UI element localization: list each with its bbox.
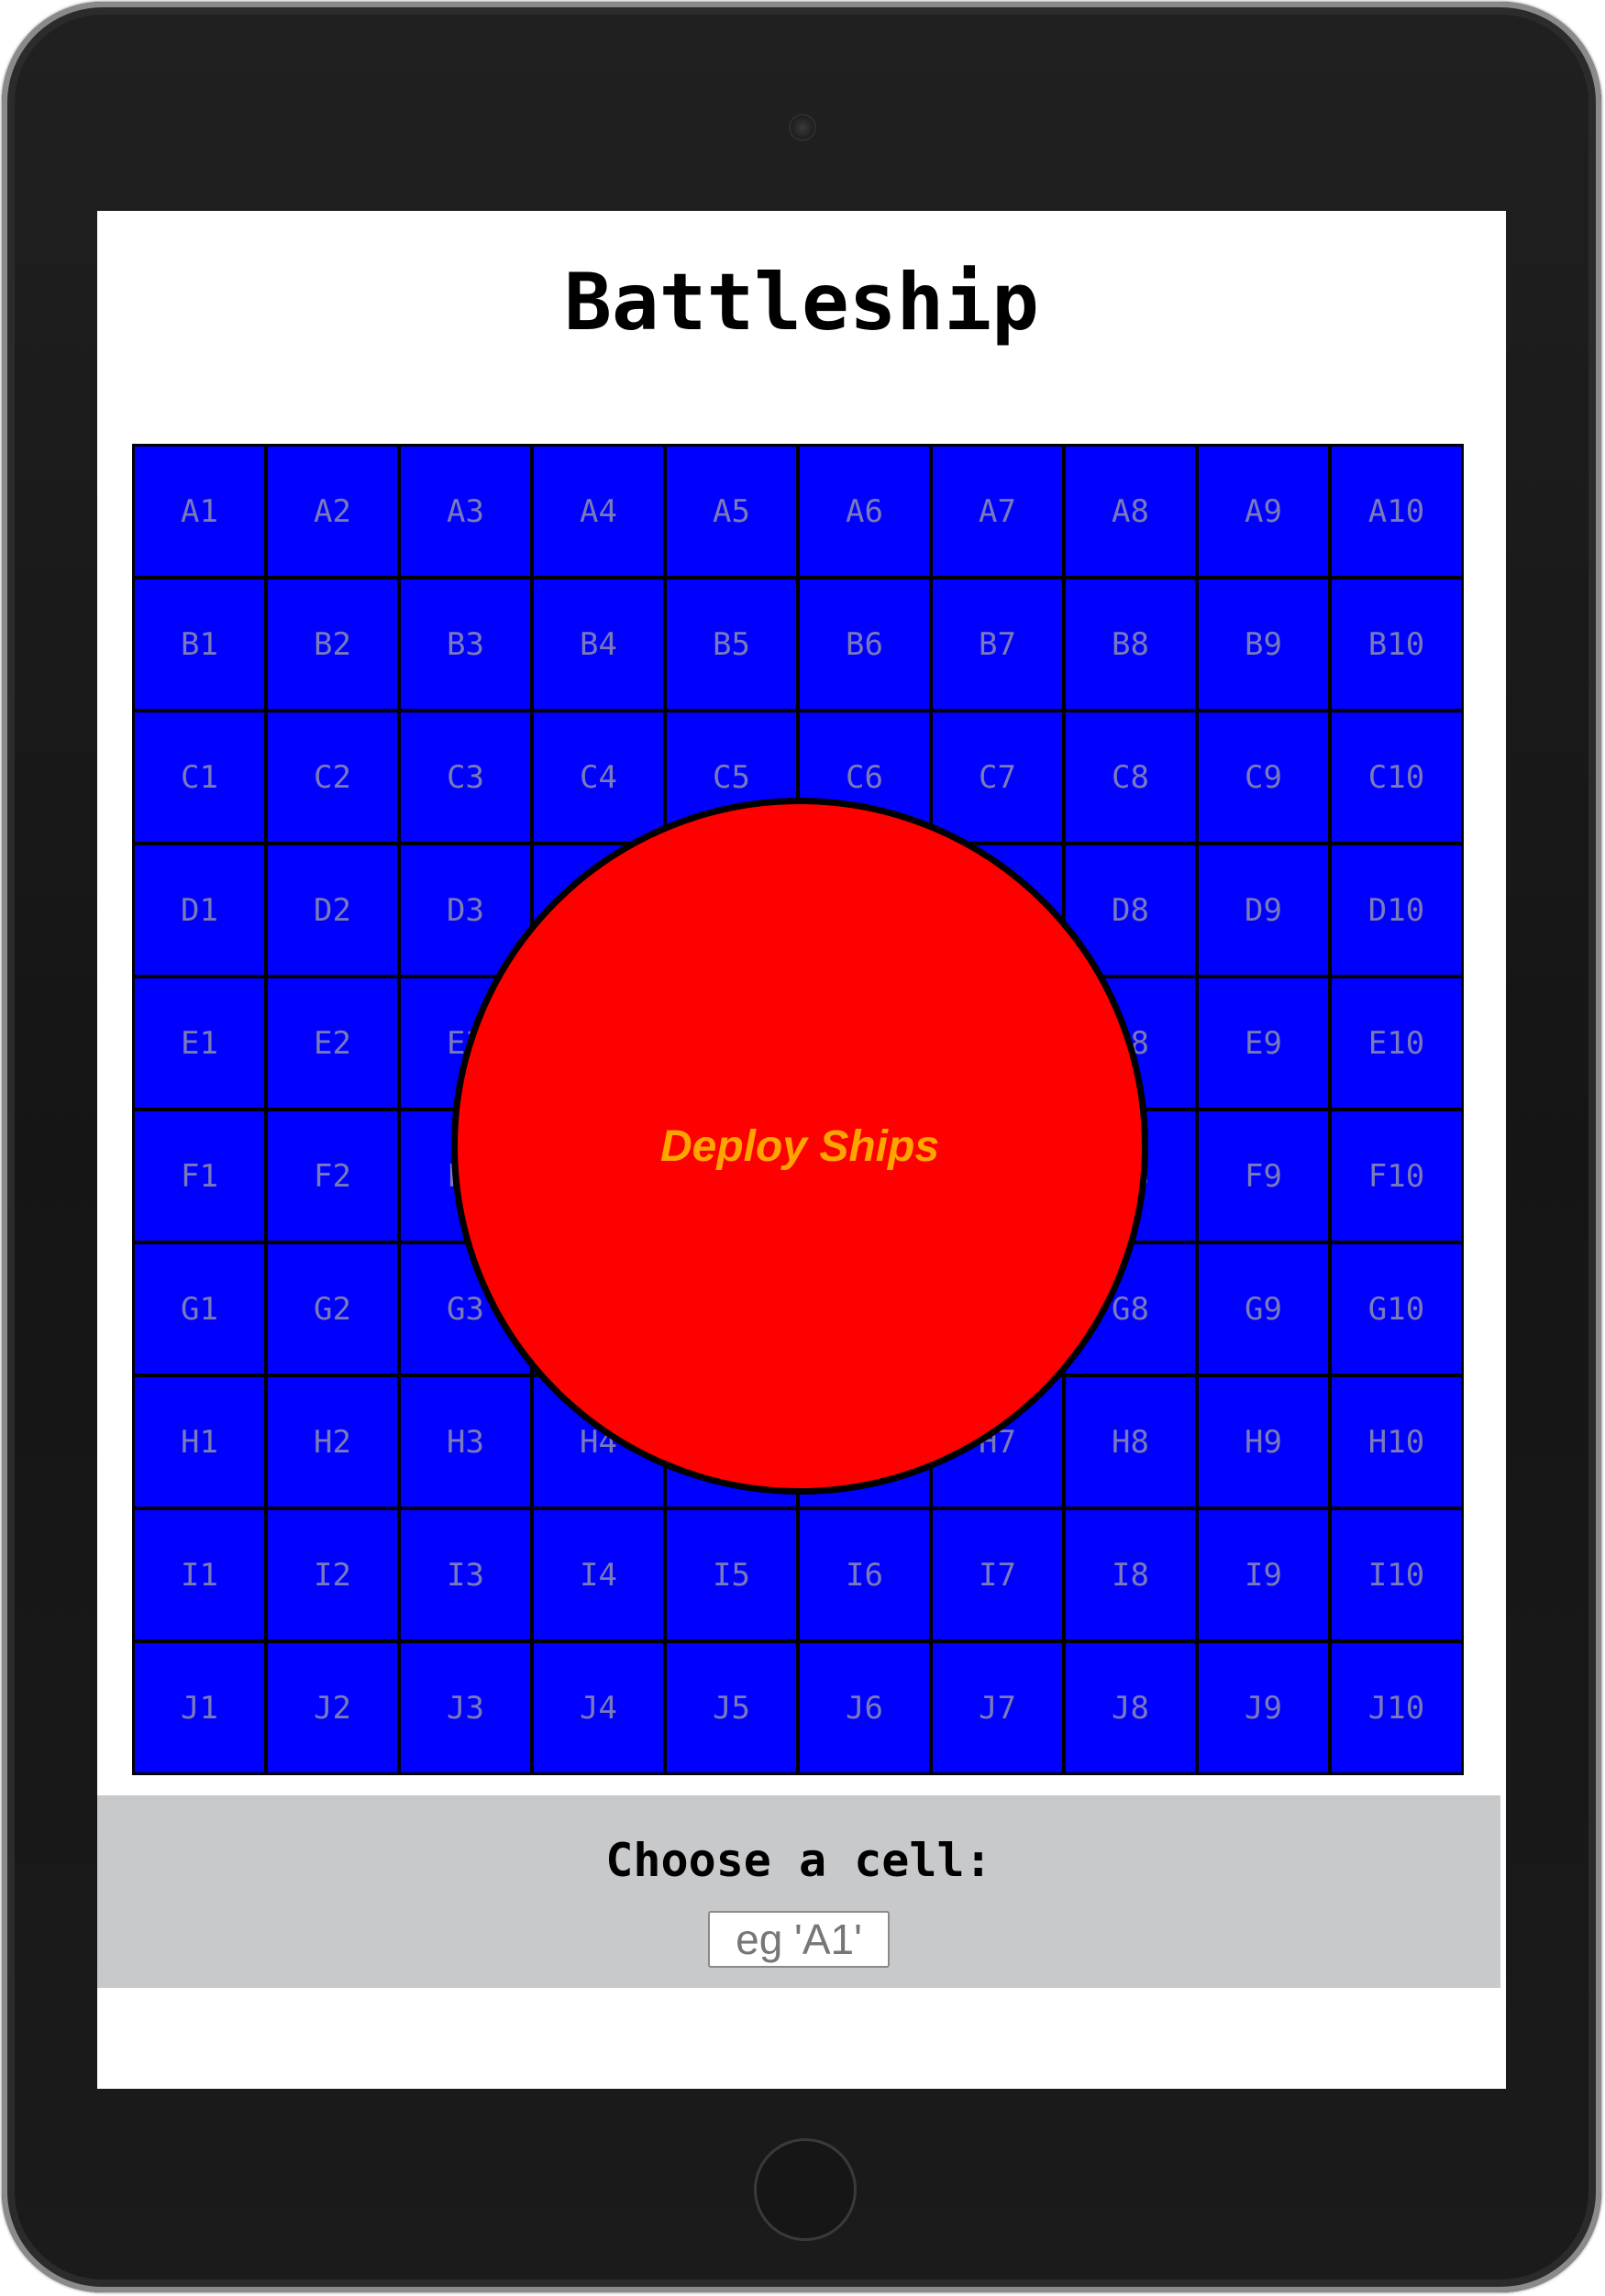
board-cell-G10[interactable]: G10 bbox=[1332, 1244, 1461, 1374]
board-cell-G9[interactable]: G9 bbox=[1199, 1244, 1328, 1374]
board-cell-J8[interactable]: J8 bbox=[1066, 1643, 1195, 1772]
board-cell-A10[interactable]: A10 bbox=[1332, 447, 1461, 576]
board-cell-B1[interactable]: B1 bbox=[135, 580, 264, 709]
board-cell-E10[interactable]: E10 bbox=[1332, 978, 1461, 1108]
board-cell-A3[interactable]: A3 bbox=[401, 447, 530, 576]
camera-icon bbox=[791, 116, 814, 139]
board-cell-J1[interactable]: J1 bbox=[135, 1643, 264, 1772]
board-cell-A9[interactable]: A9 bbox=[1199, 447, 1328, 576]
board-cell-B10[interactable]: B10 bbox=[1332, 580, 1461, 709]
deploy-ships-button[interactable]: Deploy Ships bbox=[451, 798, 1148, 1495]
board-cell-H3[interactable]: H3 bbox=[401, 1377, 530, 1507]
board-cell-J3[interactable]: J3 bbox=[401, 1643, 530, 1772]
board-cell-C7[interactable]: C7 bbox=[933, 712, 1062, 842]
home-button[interactable] bbox=[754, 2138, 857, 2241]
board-cell-E1[interactable]: E1 bbox=[135, 978, 264, 1108]
board-cell-A8[interactable]: A8 bbox=[1066, 447, 1195, 576]
board-cell-D9[interactable]: D9 bbox=[1199, 845, 1328, 975]
board-cell-H9[interactable]: H9 bbox=[1199, 1377, 1328, 1507]
page-title: Battleship bbox=[564, 257, 1039, 348]
board-cell-B4[interactable]: B4 bbox=[534, 580, 663, 709]
board-cell-A6[interactable]: A6 bbox=[800, 447, 929, 576]
board-cell-C1[interactable]: C1 bbox=[135, 712, 264, 842]
board-cell-I7[interactable]: I7 bbox=[933, 1510, 1062, 1639]
board-cell-I1[interactable]: I1 bbox=[135, 1510, 264, 1639]
board-cell-D1[interactable]: D1 bbox=[135, 845, 264, 975]
choose-cell-prompt: Choose a cell: bbox=[605, 1834, 992, 1887]
tablet-frame: Battleship A1 A2 A3 A4 A5 A6 A7 A8 A9 A10 B1 B2 B3 B4… bbox=[2, 2, 1601, 2292]
board-cell-B2[interactable]: B2 bbox=[268, 580, 397, 709]
board-cell-B9[interactable]: B9 bbox=[1199, 580, 1328, 709]
board-cell-A7[interactable]: A7 bbox=[933, 447, 1062, 576]
board-cell-H10[interactable]: H10 bbox=[1332, 1377, 1461, 1507]
cell-input[interactable] bbox=[708, 1911, 890, 1968]
board-cell-A5[interactable]: A5 bbox=[667, 447, 796, 576]
board-cell-J5[interactable]: J5 bbox=[667, 1643, 796, 1772]
board-cell-C9[interactable]: C9 bbox=[1199, 712, 1328, 842]
board-cell-F9[interactable]: F9 bbox=[1199, 1111, 1328, 1241]
board-cell-E9[interactable]: E9 bbox=[1199, 978, 1328, 1108]
board-cell-C2[interactable]: C2 bbox=[268, 712, 397, 842]
board-cell-F10[interactable]: F10 bbox=[1332, 1111, 1461, 1241]
board-cell-H1[interactable]: H1 bbox=[135, 1377, 264, 1507]
board-cell-J6[interactable]: J6 bbox=[800, 1643, 929, 1772]
board-cell-E2[interactable]: E2 bbox=[268, 978, 397, 1108]
board-cell-F2[interactable]: F2 bbox=[268, 1111, 397, 1241]
board-cell-C8[interactable]: C8 bbox=[1066, 712, 1195, 842]
deploy-ships-label: Deploy Ships bbox=[659, 1121, 940, 1171]
board-cell-H8[interactable]: H8 bbox=[1066, 1377, 1195, 1507]
board-cell-B3[interactable]: B3 bbox=[401, 580, 530, 709]
board-cell-J4[interactable]: J4 bbox=[534, 1643, 663, 1772]
board-cell-A2[interactable]: A2 bbox=[268, 447, 397, 576]
board-cell-J9[interactable]: J9 bbox=[1199, 1643, 1328, 1772]
board-cell-A4[interactable]: A4 bbox=[534, 447, 663, 576]
board-cell-D10[interactable]: D10 bbox=[1332, 845, 1461, 975]
board-cell-I8[interactable]: I8 bbox=[1066, 1510, 1195, 1639]
board-cell-A1[interactable]: A1 bbox=[135, 447, 264, 576]
board-cell-G2[interactable]: G2 bbox=[268, 1244, 397, 1374]
board-cell-I6[interactable]: I6 bbox=[800, 1510, 929, 1639]
board-cell-I5[interactable]: I5 bbox=[667, 1510, 796, 1639]
board-cell-D2[interactable]: D2 bbox=[268, 845, 397, 975]
board-cell-I2[interactable]: I2 bbox=[268, 1510, 397, 1639]
board-cell-F1[interactable]: F1 bbox=[135, 1111, 264, 1241]
board-cell-B5[interactable]: B5 bbox=[667, 580, 796, 709]
board-cell-I3[interactable]: I3 bbox=[401, 1510, 530, 1639]
board-cell-H2[interactable]: H2 bbox=[268, 1377, 397, 1507]
board-cell-B8[interactable]: B8 bbox=[1066, 580, 1195, 709]
board-cell-J2[interactable]: J2 bbox=[268, 1643, 397, 1772]
screen: Battleship A1 A2 A3 A4 A5 A6 A7 A8 A9 A10 B1 B2 B3 B4… bbox=[97, 211, 1506, 2089]
board-cell-I9[interactable]: I9 bbox=[1199, 1510, 1328, 1639]
board-cell-J10[interactable]: J10 bbox=[1332, 1643, 1461, 1772]
board-cell-G1[interactable]: G1 bbox=[135, 1244, 264, 1374]
board-cell-B6[interactable]: B6 bbox=[800, 580, 929, 709]
board-cell-C4[interactable]: C4 bbox=[534, 712, 663, 842]
board-cell-C10[interactable]: C10 bbox=[1332, 712, 1461, 842]
board-cell-I4[interactable]: I4 bbox=[534, 1510, 663, 1639]
control-panel: Choose a cell: bbox=[97, 1795, 1500, 1988]
board-cell-I10[interactable]: I10 bbox=[1332, 1510, 1461, 1639]
board-cell-J7[interactable]: J7 bbox=[933, 1643, 1062, 1772]
board-cell-B7[interactable]: B7 bbox=[933, 580, 1062, 709]
board-cell-C3[interactable]: C3 bbox=[401, 712, 530, 842]
